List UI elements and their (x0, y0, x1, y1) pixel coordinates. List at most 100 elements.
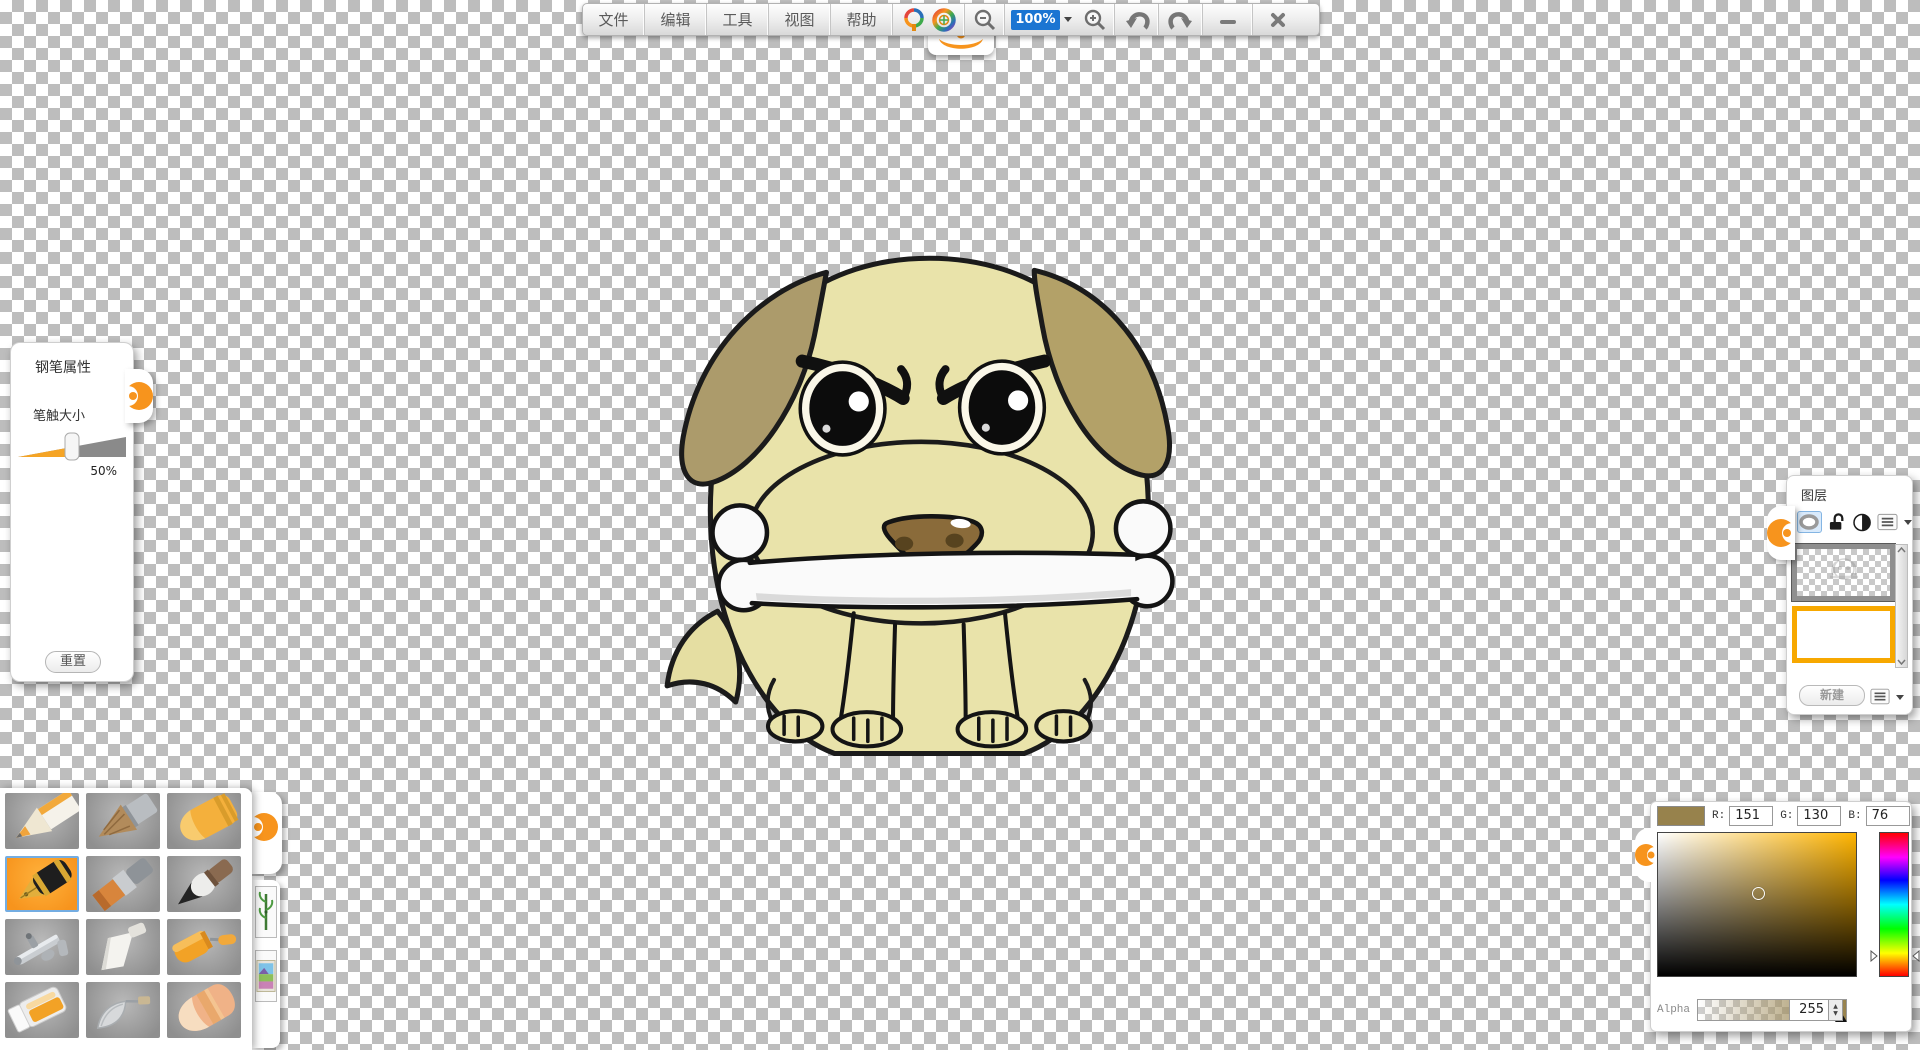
tool-crayon[interactable] (167, 793, 241, 849)
grip-c-icon (1635, 828, 1657, 882)
blue-field[interactable]: 76 (1866, 806, 1910, 826)
layer-visibility-button[interactable] (1797, 511, 1822, 533)
hue-marker-right[interactable] (1912, 950, 1920, 962)
tool-paint-roller[interactable] (167, 919, 241, 975)
bamboo-brush-button[interactable] (255, 886, 277, 938)
layers-toolbar (1797, 511, 1912, 533)
crayon-icon (167, 793, 241, 849)
tool-ink-brush[interactable] (167, 856, 241, 912)
paint-roller-icon (167, 919, 241, 975)
fountain-pen-icon (7, 856, 77, 912)
layer-item-active[interactable] (1792, 606, 1895, 663)
chevron-down-icon[interactable] (1904, 520, 1912, 525)
zoom-out-button[interactable] (965, 4, 1005, 35)
layer-sketch-preview (1822, 555, 1866, 591)
brush-size-label: 笔触大小 (33, 405, 133, 424)
sv-picker-marker[interactable] (1752, 887, 1765, 900)
charcoal-stick-icon (86, 793, 160, 849)
close-button[interactable] (1253, 4, 1303, 35)
new-layer-button[interactable]: 新建 (1799, 685, 1865, 706)
menu-tools-label: 工具 (722, 9, 752, 30)
menu-file-label: 文件 (598, 9, 628, 30)
canvas-artwork-dog[interactable] (655, 230, 1240, 815)
green-field[interactable]: 130 (1797, 806, 1841, 826)
brush-size-slider[interactable] (16, 430, 128, 462)
spin-up-icon[interactable]: ▲ (1833, 1003, 1838, 1010)
scroll-up-icon[interactable] (1897, 547, 1906, 553)
alpha-value-field[interactable]: 255 (1789, 999, 1829, 1021)
zoom-level-dropdown[interactable] (1062, 17, 1075, 22)
pen-panel-title: 钢笔属性 (35, 357, 133, 377)
red-label: R: (1712, 810, 1725, 822)
menu-help[interactable]: 帮助 (831, 4, 893, 35)
zoom-level-group: 100% (1005, 4, 1075, 35)
pencil-icon (5, 793, 79, 849)
zoom-level-display[interactable]: 100% (1011, 10, 1060, 30)
layer-list-icon[interactable] (1877, 513, 1898, 531)
redo-icon (1168, 8, 1194, 32)
spin-down-icon[interactable]: ▼ (1833, 1010, 1838, 1017)
menu-view[interactable]: 视图 (769, 4, 831, 35)
chevron-down-icon[interactable] (1896, 695, 1904, 700)
contrast-icon[interactable] (1853, 513, 1871, 532)
flat-brush-icon (86, 856, 160, 912)
tool-leaf-knife[interactable] (86, 982, 160, 1038)
hue-marker-left[interactable] (1870, 950, 1878, 962)
layers-panel: 图层 (1786, 475, 1913, 715)
tool-charcoal-stick[interactable] (86, 793, 160, 849)
menu-help-label: 帮助 (846, 9, 876, 30)
close-icon (1269, 11, 1287, 29)
app-window: 文件 编辑 工具 视图 帮助 (0, 0, 1920, 1050)
unlock-icon[interactable] (1828, 512, 1847, 532)
grip-c-icon (125, 369, 153, 423)
menu-view-label: 视图 (784, 9, 814, 30)
eraser-icon (167, 982, 241, 1038)
alpha-spinner: 255 ▲ ▼ (1789, 999, 1843, 1021)
tool-pencil[interactable] (5, 793, 79, 849)
rainbow-tree-icon[interactable] (901, 7, 927, 33)
grip-c-icon (252, 800, 280, 854)
red-field[interactable]: 151 (1729, 806, 1773, 826)
scroll-down-icon[interactable] (1897, 659, 1906, 665)
picture-icon (256, 956, 276, 996)
menu-edit[interactable]: 编辑 (645, 4, 707, 35)
chevron-down-icon (1064, 17, 1072, 22)
brush-size-wedge (16, 430, 128, 462)
rainbow-ring-icon[interactable] (931, 7, 957, 33)
toolbar-app-icons (893, 4, 965, 35)
tool-eraser[interactable] (167, 982, 241, 1038)
zoom-out-icon (973, 8, 997, 32)
brush-size-slider-thumb[interactable] (65, 433, 79, 460)
tool-palette-grip[interactable] (252, 792, 282, 874)
main-toolbar: 文件 编辑 工具 视图 帮助 (582, 3, 1320, 36)
menu-tools[interactable]: 工具 (707, 4, 769, 35)
layer-menu-icon[interactable] (1870, 688, 1890, 705)
reset-button[interactable]: 重置 (45, 651, 101, 673)
visibility-oval-icon (1799, 514, 1819, 530)
color-panel-grip[interactable] (1635, 828, 1657, 882)
menu-file[interactable]: 文件 (583, 4, 645, 35)
redo-button[interactable] (1159, 4, 1203, 35)
tool-flat-brush[interactable] (86, 856, 160, 912)
alpha-spin-arrows[interactable]: ▲ ▼ (1829, 999, 1843, 1021)
undo-button[interactable] (1115, 4, 1159, 35)
tool-airbrush[interactable] (5, 919, 79, 975)
airbrush-icon (5, 919, 79, 975)
texture-stamp-button[interactable] (255, 950, 277, 1002)
current-color-swatch (1657, 806, 1705, 826)
alpha-row: Alpha 255 ▲ ▼ (1657, 999, 1847, 1021)
zoom-in-button[interactable] (1075, 4, 1115, 35)
layers-panel-grip[interactable] (1767, 506, 1795, 560)
minimize-button[interactable] (1203, 4, 1253, 35)
hue-slider[interactable] (1879, 832, 1909, 977)
layer-item-sketch[interactable] (1792, 544, 1895, 601)
alpha-label: Alpha (1657, 1004, 1697, 1016)
leaf-knife-icon (86, 982, 160, 1038)
tool-fountain-pen[interactable] (5, 856, 79, 912)
layers-scrollbar[interactable] (1895, 544, 1908, 668)
saturation-value-picker[interactable] (1657, 832, 1857, 977)
tool-paint-tube[interactable] (5, 982, 79, 1038)
zoom-in-icon (1083, 8, 1107, 32)
tool-palette-knife[interactable] (86, 919, 160, 975)
pen-panel-grip[interactable] (125, 369, 153, 423)
